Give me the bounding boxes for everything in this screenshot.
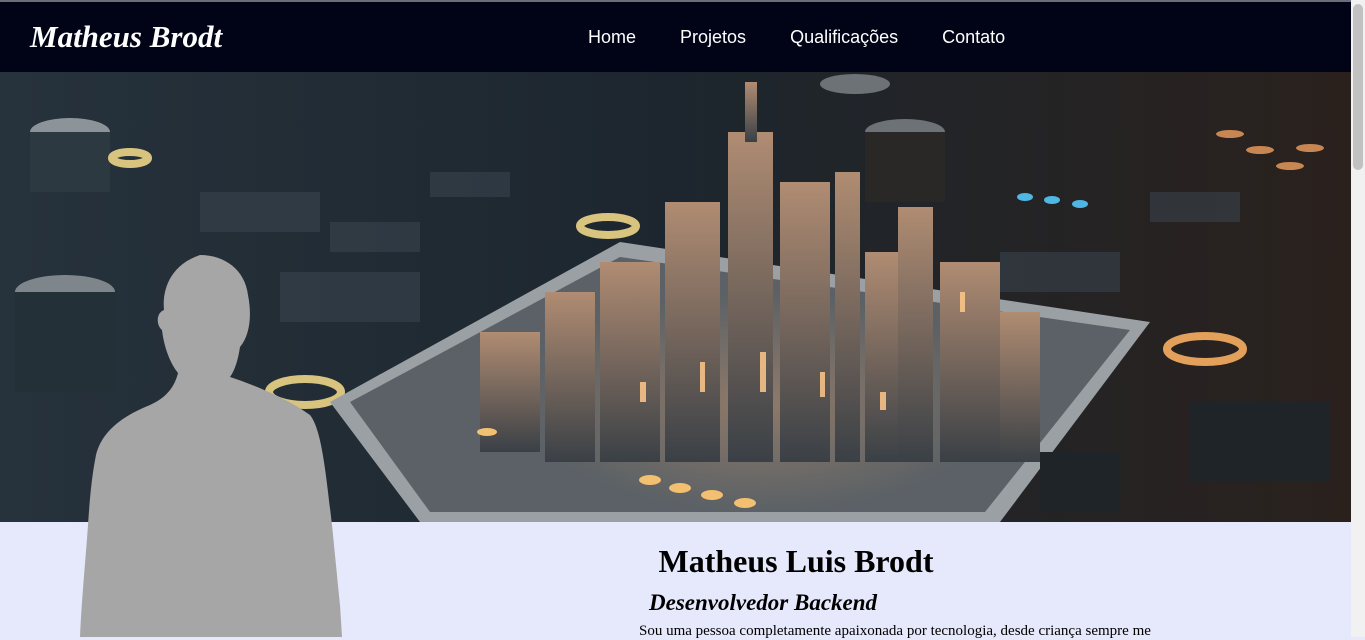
page-scrollbar[interactable] [1351, 0, 1365, 637]
main-nav: Home Projetos Qualificações Contato [566, 26, 1027, 48]
nav-projetos-link[interactable]: Projetos [658, 26, 768, 48]
nav-home-link[interactable]: Home [566, 26, 658, 48]
site-header: Matheus Brodt Home Projetos Qualificaçõe… [0, 2, 1351, 72]
nav-qualificacoes-link[interactable]: Qualificações [768, 26, 920, 48]
profile-silhouette-image [80, 255, 342, 637]
scrollbar-thumb[interactable] [1353, 4, 1363, 170]
site-brand[interactable]: Matheus Brodt [30, 19, 222, 55]
nav-contato-link[interactable]: Contato [920, 26, 1027, 48]
profile-bio: Sou uma pessoa completamente apaixonada … [639, 623, 1151, 639]
profile-role: Desenvolvedor Backend [649, 590, 878, 615]
